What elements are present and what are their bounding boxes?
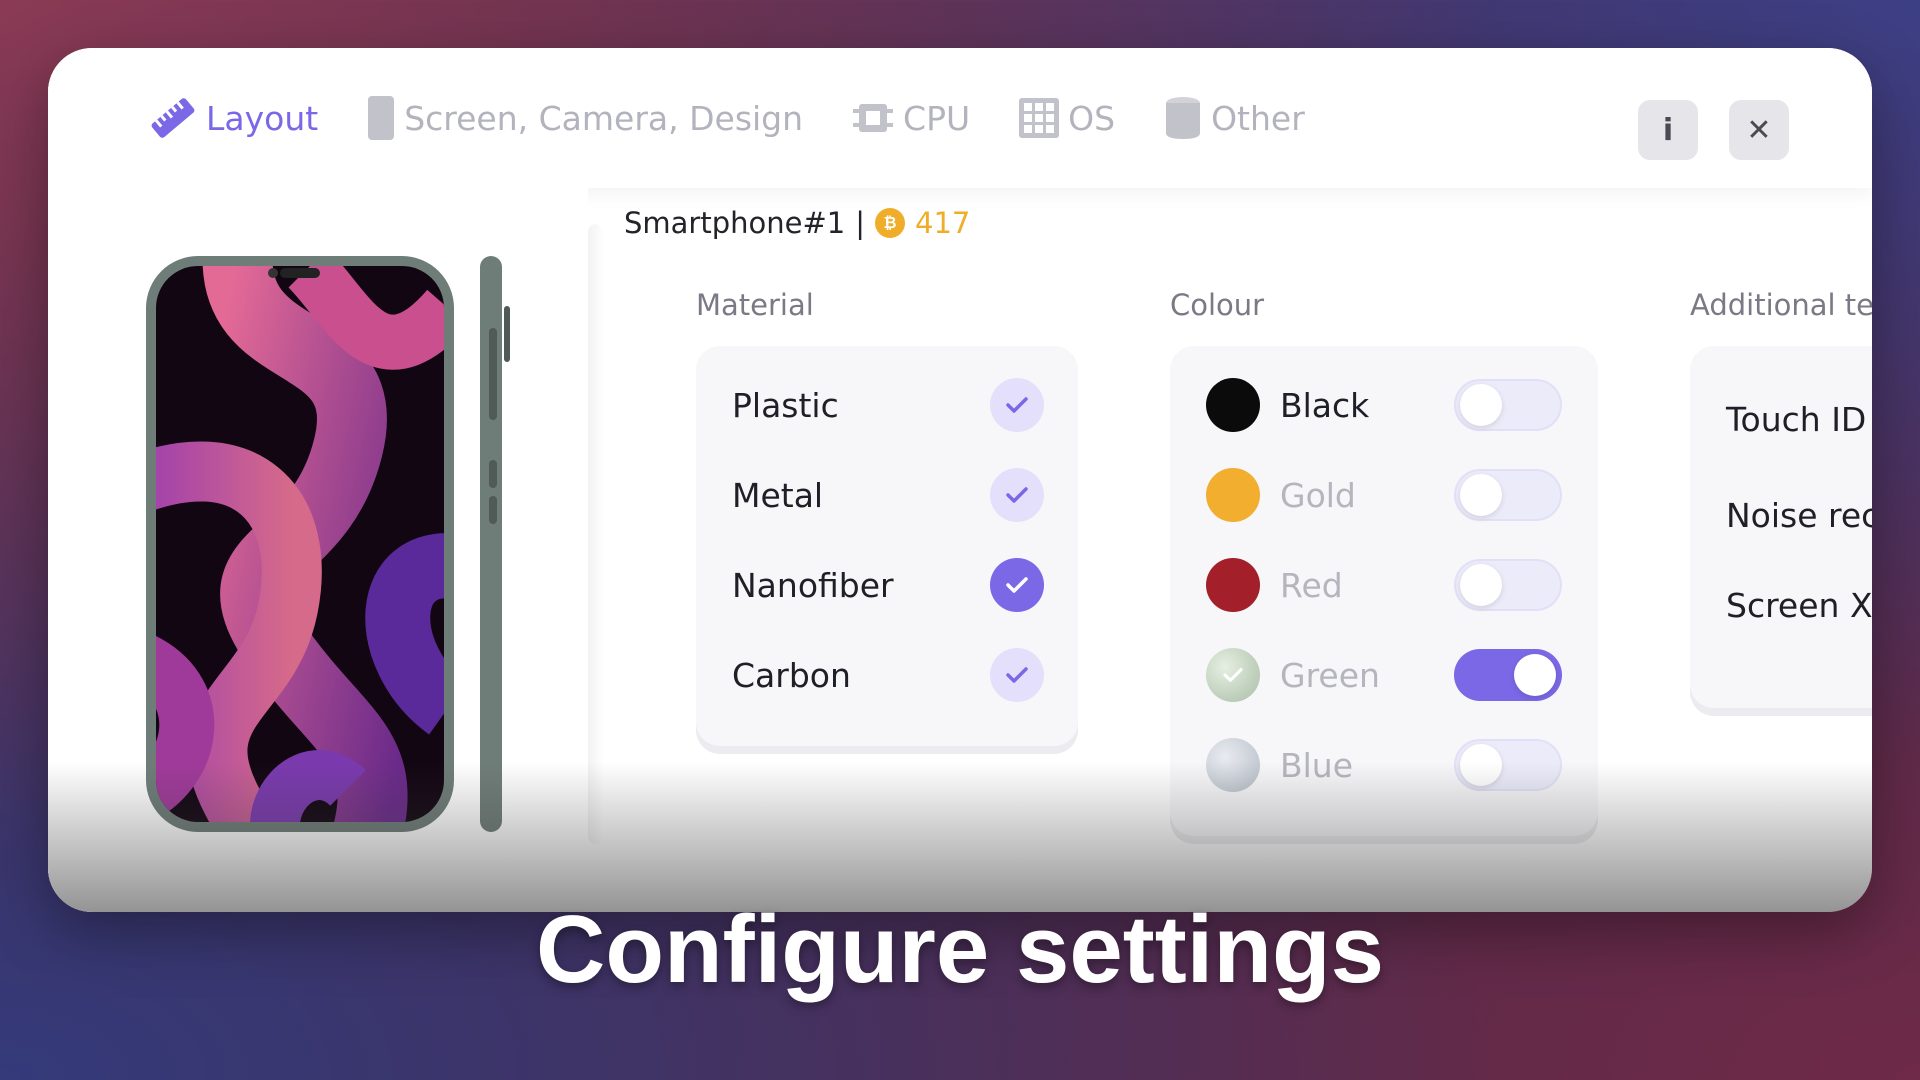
phone-preview-panel: [48, 188, 588, 912]
check-icon[interactable]: [990, 378, 1044, 432]
toggle-switch[interactable]: [1454, 739, 1562, 791]
check-icon[interactable]: [990, 648, 1044, 702]
additional-card: Touch ID Noise rec Screen X: [1690, 346, 1872, 708]
swatch-red: [1206, 558, 1260, 612]
colour-option[interactable]: Gold: [1206, 468, 1356, 522]
toggle-knob: [1514, 654, 1556, 696]
toggle-knob: [1460, 474, 1502, 516]
tab-cpu[interactable]: CPU: [851, 96, 970, 140]
tab-label: CPU: [903, 98, 971, 138]
check-icon[interactable]: [990, 468, 1044, 522]
tab-label: Layout: [206, 98, 319, 138]
material-label: Plastic: [732, 386, 839, 425]
additional-label: Screen X: [1726, 586, 1872, 625]
additional-option[interactable]: Screen X: [1726, 586, 1872, 625]
additional-option[interactable]: Touch ID: [1726, 400, 1866, 439]
close-button[interactable]: ✕: [1729, 100, 1789, 160]
colour-label: Green: [1280, 655, 1380, 695]
material-card: Plastic Metal Nanofiber Carbon: [696, 346, 1078, 746]
toggle-switch[interactable]: [1454, 379, 1562, 431]
toggle-knob: [1460, 564, 1502, 606]
tab-label: Screen, Camera, Design: [404, 98, 804, 138]
material-option[interactable]: Metal: [732, 476, 823, 515]
material-label: Carbon: [732, 656, 851, 695]
tab-other[interactable]: Other: [1163, 95, 1305, 141]
material-option[interactable]: Carbon: [732, 656, 851, 695]
check-icon: [1223, 668, 1243, 682]
toggle-switch[interactable]: [1454, 649, 1562, 701]
swatch-black: [1206, 378, 1260, 432]
colour-option[interactable]: Green: [1206, 648, 1380, 702]
swatch-green: [1206, 648, 1260, 702]
check-icon[interactable]: [990, 558, 1044, 612]
info-button[interactable]: i: [1638, 100, 1698, 160]
colour-label: Red: [1280, 565, 1343, 605]
breadcrumb-separator: |: [855, 206, 866, 240]
phone-icon: [366, 94, 396, 142]
toggle-switch[interactable]: [1454, 469, 1562, 521]
panel-divider: [588, 224, 604, 844]
tab-label: OS: [1068, 98, 1116, 138]
additional-title: Additional te: [1690, 288, 1872, 322]
colour-title: Colour: [1170, 288, 1265, 322]
ruler-icon: [148, 93, 198, 143]
tab-bar: Layout Screen, Camera, Design CPU OS Oth…: [48, 48, 1872, 188]
swatch-blue: [1206, 738, 1260, 792]
colour-option[interactable]: Black: [1206, 378, 1369, 432]
close-icon: ✕: [1746, 112, 1772, 148]
tab-os[interactable]: OS: [1018, 97, 1115, 139]
colour-card: Black Gold Red Green Blue: [1170, 346, 1598, 836]
toggle-knob: [1460, 744, 1502, 786]
material-label: Metal: [732, 476, 824, 515]
material-option[interactable]: Plastic: [732, 386, 839, 425]
colour-label: Black: [1280, 385, 1370, 425]
material-label: Nanofiber: [732, 566, 894, 605]
swatch-gold: [1206, 468, 1260, 522]
grid-icon: [1018, 97, 1060, 139]
toggle-knob: [1460, 384, 1502, 426]
tab-label: Other: [1211, 98, 1305, 138]
colour-option[interactable]: Red: [1206, 558, 1343, 612]
caption: Configure settings: [535, 896, 1384, 1003]
cup-icon: [1163, 95, 1203, 141]
coin-icon: ₿: [875, 208, 906, 238]
tab-layout[interactable]: Layout: [148, 93, 318, 143]
additional-label: Touch ID: [1726, 400, 1867, 439]
tab-screen-camera-design[interactable]: Screen, Camera, Design: [366, 94, 803, 142]
additional-label: Noise rec: [1726, 496, 1872, 535]
additional-option[interactable]: Noise rec: [1726, 496, 1872, 535]
phone-preview-image: [146, 256, 510, 832]
colour-label: Gold: [1280, 475, 1356, 515]
breadcrumb: Smartphone#1 | ₿ 417: [624, 206, 970, 240]
coin-count: 417: [915, 206, 971, 240]
settings-window: Layout Screen, Camera, Design CPU OS Oth…: [48, 48, 1872, 912]
material-title: Material: [696, 288, 814, 322]
toggle-switch[interactable]: [1454, 559, 1562, 611]
chip-icon: [851, 96, 895, 140]
colour-label: Blue: [1280, 745, 1354, 785]
material-option[interactable]: Nanofiber: [732, 566, 894, 605]
colour-option[interactable]: Blue: [1206, 738, 1353, 792]
device-name: Smartphone#1: [624, 206, 846, 240]
info-icon: i: [1662, 112, 1674, 148]
